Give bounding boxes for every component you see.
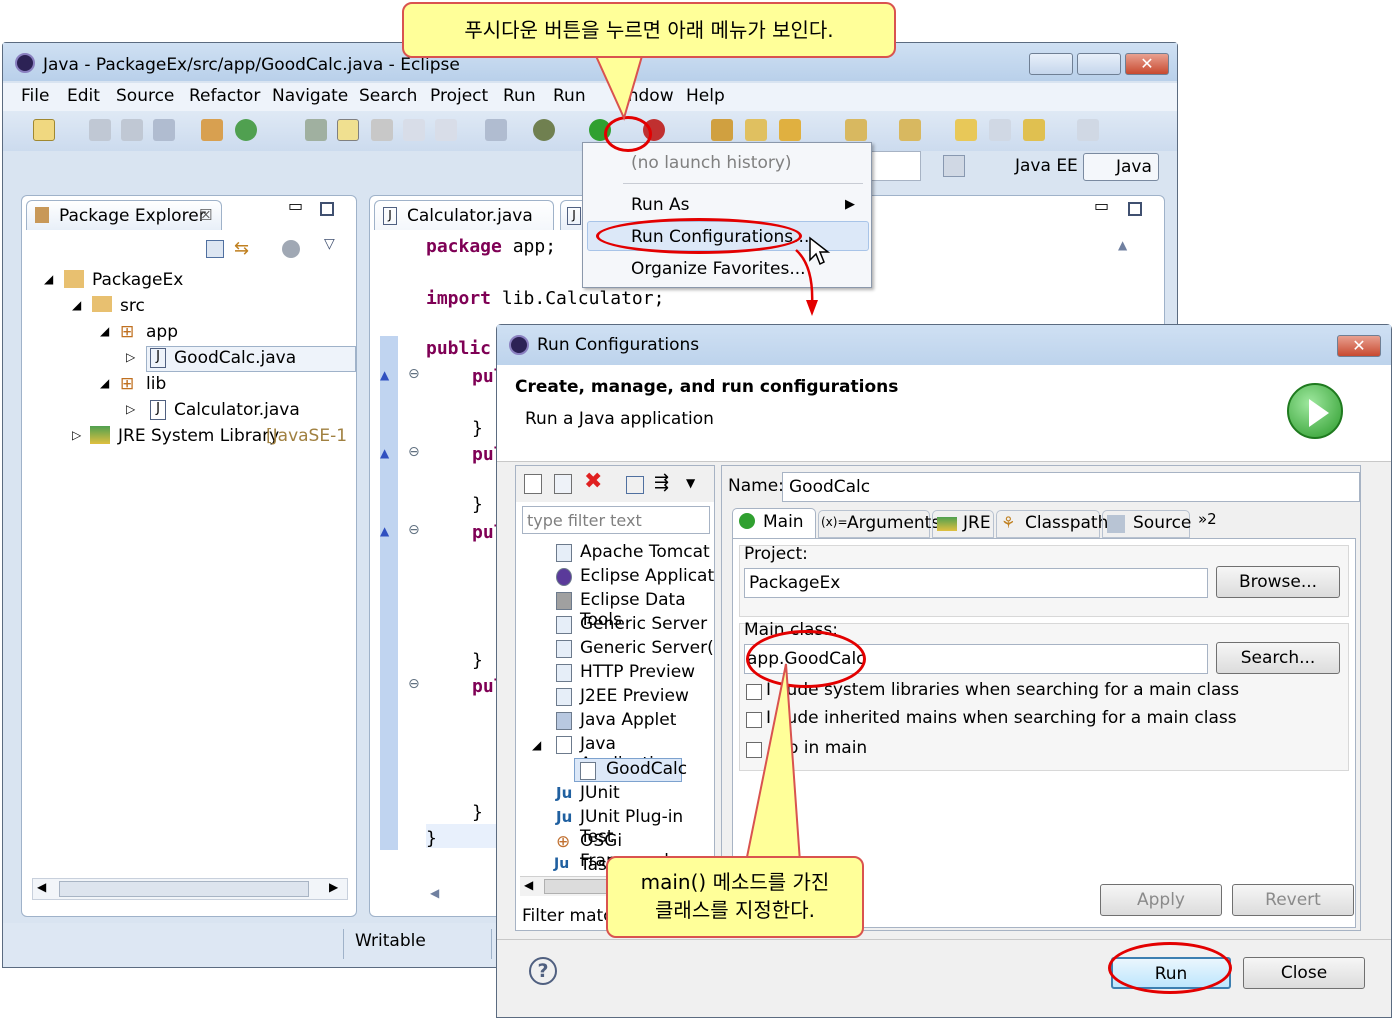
bottom-callout-line-2: 클래스를 지정한다. <box>655 898 815 922</box>
bottom-callout-line-1: main() 메소드를 가진 <box>640 870 830 894</box>
bottom-callout: main() 메소드를 가진 클래스를 지정한다. <box>606 856 864 938</box>
top-callout-text: 푸시다운 버튼을 누르면 아래 메뉴가 보인다. <box>464 18 834 42</box>
arrow-line <box>795 249 814 307</box>
bottom-callout-pointer <box>744 663 802 863</box>
arrow-head-icon <box>806 300 818 316</box>
top-callout: 푸시다운 버튼을 누르면 아래 메뉴가 보인다. <box>402 2 896 58</box>
top-callout-pointer <box>594 55 644 121</box>
